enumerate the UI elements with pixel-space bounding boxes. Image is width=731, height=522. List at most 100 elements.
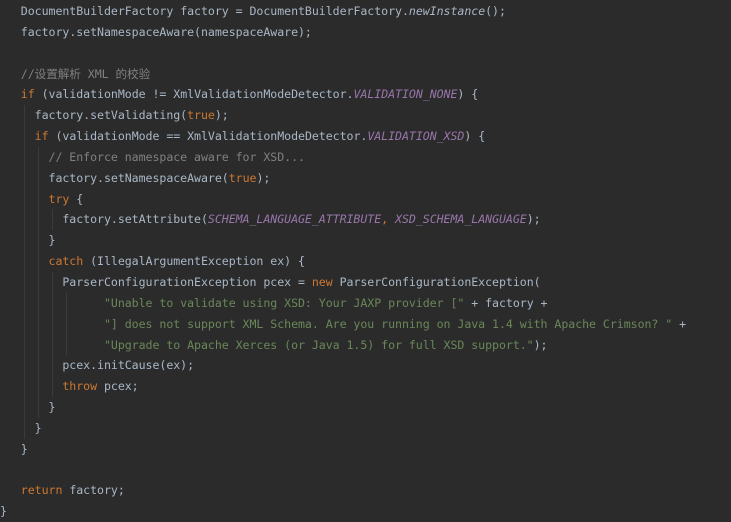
code-line[interactable]: } <box>0 397 686 418</box>
indent-guide <box>38 313 39 335</box>
code-line[interactable]: } <box>0 230 686 252</box>
code-token: newInstance <box>408 4 486 18</box>
code-token: , <box>381 212 396 227</box>
indent-guide <box>52 334 53 356</box>
indent-guide <box>38 271 39 293</box>
code-token: VALIDATION_NONE <box>353 87 458 102</box>
indent-guide <box>38 146 39 168</box>
code-token: try <box>48 191 70 206</box>
code-token: throw <box>62 379 98 394</box>
indent-guide <box>24 313 25 335</box>
code-token: + factory + <box>464 295 548 310</box>
code-token: factory.setValidating( <box>34 108 188 123</box>
code-line[interactable]: "Unable to validate using XSD: Your JAXP… <box>0 292 686 314</box>
code-line[interactable] <box>0 460 686 481</box>
code-token: XSD_SCHEMA_LANGUAGE <box>395 212 527 227</box>
code-token: ParserConfigurationException( <box>332 274 541 289</box>
code-token: } <box>34 420 42 435</box>
code-block[interactable]: DocumentBuilderFactory factory = Documen… <box>0 1 686 522</box>
code-token: } <box>0 504 7 519</box>
indent-guide <box>24 355 25 377</box>
indent-guide <box>52 209 53 231</box>
code-token: ParserConfigurationException pcex = <box>62 274 312 289</box>
code-token: factory.setNamespaceAware( <box>48 170 229 185</box>
code-line[interactable]: } <box>0 417 686 439</box>
code-token: factory.setNamespaceAware(namespaceAware… <box>20 24 312 39</box>
code-token: } <box>48 400 56 415</box>
indent-guide <box>24 188 25 210</box>
code-line[interactable]: return factory; <box>0 480 686 501</box>
code-token: // Enforce namespace aware for XSD... <box>48 149 305 164</box>
indent-guide <box>38 376 39 398</box>
code-line[interactable]: // Enforce namespace aware for XSD... <box>0 146 686 168</box>
indent-guide <box>24 251 25 272</box>
code-line[interactable]: factory.setValidating(true); <box>0 105 686 127</box>
code-token: DocumentBuilderFactory factory = Documen… <box>20 4 409 18</box>
indent-guide <box>24 167 25 189</box>
code-token: pcex.initCause(ex); <box>62 358 195 373</box>
code-token: ); <box>214 108 229 123</box>
indent-guide <box>38 230 39 252</box>
code-token: } <box>20 441 28 456</box>
code-line[interactable]: //设置解析 XML 的校验 <box>0 64 686 85</box>
code-token: ); <box>526 212 541 227</box>
indent-guide <box>24 146 25 168</box>
code-token: SCHEMA_LANGUAGE_ATTRIBUTE <box>207 212 382 227</box>
code-line[interactable]: factory.setNamespaceAware(namespaceAware… <box>0 22 686 43</box>
indent-guide <box>52 292 53 314</box>
code-line[interactable]: "] does not support XML Schema. Are you … <box>0 313 687 335</box>
code-line[interactable]: DocumentBuilderFactory factory = Documen… <box>0 1 686 22</box>
code-token: ); <box>256 170 271 185</box>
code-token: + <box>672 316 687 331</box>
code-token: ); <box>533 337 548 352</box>
indent-guide <box>38 209 39 231</box>
indent-guide <box>52 313 53 335</box>
code-token: if <box>34 129 49 144</box>
indent-guide <box>38 355 39 377</box>
code-line[interactable]: } <box>0 501 686 522</box>
code-line[interactable]: pcex.initCause(ex); <box>0 355 686 377</box>
indent-guide <box>66 313 67 335</box>
indent-guide <box>66 292 67 314</box>
code-token: catch <box>48 254 84 269</box>
indent-guide <box>24 126 25 147</box>
indent-guide <box>52 376 53 398</box>
code-line[interactable]: try { <box>0 188 686 210</box>
code-line[interactable]: factory.setNamespaceAware(true); <box>0 167 686 189</box>
indent-guide <box>24 376 25 398</box>
code-line[interactable]: catch (IllegalArgumentException ex) { <box>0 251 686 272</box>
indent-guide <box>24 105 25 127</box>
code-line[interactable]: if (validationMode != XmlValidationModeD… <box>0 84 686 105</box>
code-line[interactable]: "Upgrade to Apache Xerces (or Java 1.5) … <box>0 334 686 356</box>
indent-guide <box>24 417 25 439</box>
code-line[interactable]: if (validationMode == XmlValidationModeD… <box>0 126 686 147</box>
code-editor[interactable]: DocumentBuilderFactory factory = Documen… <box>0 0 731 521</box>
indent-guide <box>24 271 25 293</box>
code-token: "Unable to validate using XSD: Your JAXP… <box>103 295 465 310</box>
code-token: new <box>311 274 333 289</box>
indent-guide <box>24 397 25 418</box>
code-token: pcex; <box>97 379 139 394</box>
indent-guide <box>38 397 39 418</box>
code-line[interactable]: throw pcex; <box>0 376 686 398</box>
code-line[interactable] <box>0 43 686 64</box>
indent-guide <box>52 271 53 293</box>
code-line[interactable]: ParserConfigurationException pcex = new … <box>0 271 686 293</box>
code-token: "] does not support XML Schema. Are you … <box>103 316 673 331</box>
indent-guide <box>52 355 53 377</box>
code-token: factory.setAttribute( <box>62 212 208 227</box>
indent-guide <box>24 292 25 314</box>
code-line[interactable]: } <box>0 439 686 460</box>
code-token: "Upgrade to Apache Xerces (or Java 1.5) … <box>103 337 534 352</box>
code-line[interactable]: factory.setAttribute(SCHEMA_LANGUAGE_ATT… <box>0 209 686 231</box>
